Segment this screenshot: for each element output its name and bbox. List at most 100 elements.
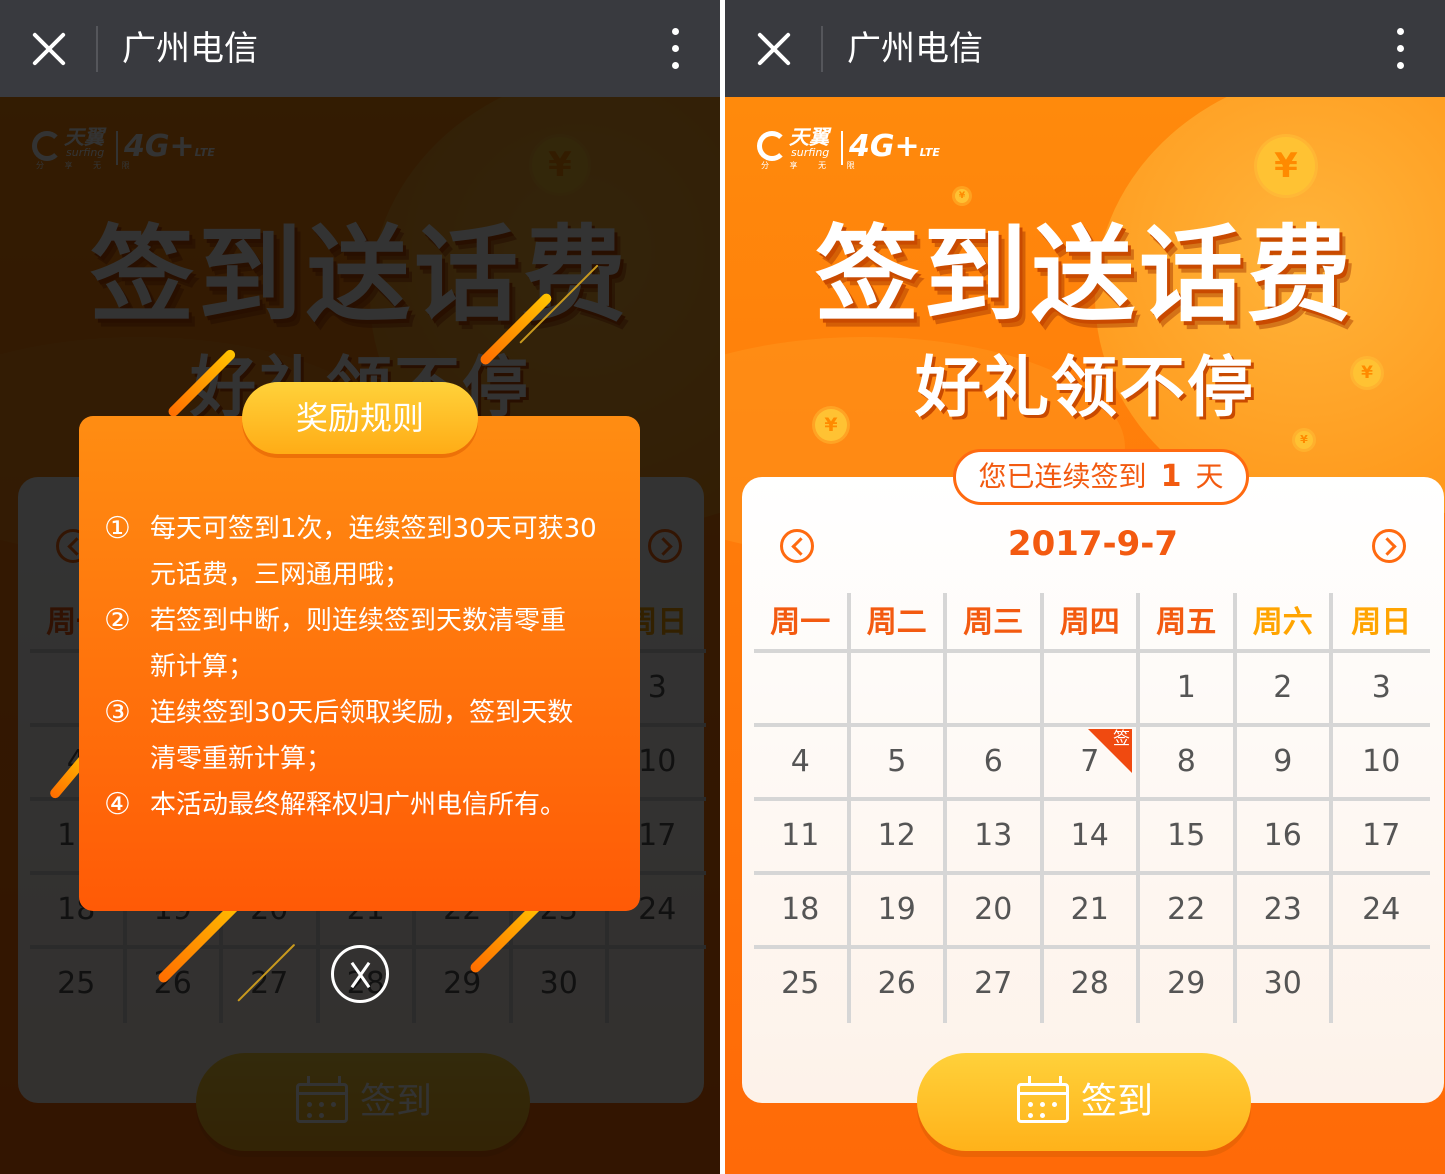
calendar-day[interactable]: 17: [1333, 801, 1430, 871]
calendar-day-number: 9: [1273, 744, 1293, 779]
rule-number: ④: [104, 787, 131, 822]
sign-in-button[interactable]: 签到: [917, 1053, 1251, 1151]
calendar-day-number: 16: [1263, 818, 1302, 853]
next-month-icon[interactable]: [1372, 529, 1406, 563]
weekday-label: 周二: [851, 593, 947, 649]
page-title: 广州电信: [847, 29, 983, 69]
more-icon[interactable]: [1397, 28, 1405, 70]
streak-badge: 您已连续签到 1 天: [953, 449, 1249, 505]
calendar-day-number: 26: [877, 966, 916, 1001]
rule-line: 元话费，三网通用哦；: [150, 560, 411, 590]
calendar-day[interactable]: 24: [1333, 875, 1430, 945]
calendar-day-number: 23: [1263, 892, 1302, 927]
calendar-day[interactable]: 22: [1140, 875, 1237, 945]
topbar-divider: [821, 26, 823, 72]
rule-number: ③: [104, 695, 131, 730]
weekday-label: 周一: [754, 593, 851, 649]
calendar-day-number: 27: [974, 966, 1013, 1001]
modal-title: 奖励规则: [242, 382, 478, 454]
weekday-label: 周三: [947, 593, 1044, 649]
rule-text: 连续签到30天后领取奖励，签到天数 清零重新计算；: [150, 690, 634, 782]
calendar-week-row: 1 2 3: [754, 653, 1430, 727]
rule-line: 新计算；: [150, 652, 255, 682]
rule-item: ② 若签到中断，则连续签到天数清零重 新计算；: [104, 598, 634, 690]
calendar-day-number: 5: [887, 744, 907, 779]
calendar-day[interactable]: 15: [1140, 801, 1237, 871]
calendar-day[interactable]: 9: [1237, 727, 1333, 797]
calendar-day[interactable]: 23: [1237, 875, 1333, 945]
calendar-day-number: 18: [781, 892, 820, 927]
page-background: 天翼 surfing 分 享 无 限 4G+LTE ¥ ¥ ¥ ¥ ¥ 签到送话…: [725, 97, 1445, 1174]
calendar-day[interactable]: 26: [851, 949, 947, 1023]
calendar-day[interactable]: 16: [1237, 801, 1333, 871]
calendar-day-number: 15: [1167, 818, 1206, 853]
current-date: 2017-9-7: [1007, 524, 1179, 564]
calendar-day[interactable]: 14: [1044, 801, 1140, 871]
calendar-day[interactable]: 28: [1044, 949, 1140, 1023]
calendar-week-row: 25 26 27 28 29 30: [754, 949, 1430, 1023]
calendar-day[interactable]: 30: [1237, 949, 1333, 1023]
top-bar: 广州电信: [725, 0, 1445, 97]
calendar-day[interactable]: 3: [1333, 653, 1430, 723]
calendar-day-number: 25: [781, 966, 820, 1001]
signed-tag-label: 签: [1113, 729, 1130, 749]
coin-icon: ¥: [1295, 431, 1313, 449]
calendar-day: [1044, 653, 1140, 723]
calendar-day: [1333, 949, 1430, 1023]
close-icon[interactable]: [755, 30, 793, 68]
right-screen: 广州电信 天翼 surfing 分 享 无 限 4G+LTE ¥ ¥ ¥ ¥ ¥…: [725, 0, 1445, 1174]
calendar-day[interactable]: 25: [754, 949, 851, 1023]
weekday-label: 周日: [1351, 605, 1412, 640]
page-title: 广州电信: [122, 29, 258, 69]
calendar-day: [754, 653, 851, 723]
calendar-icon: [1017, 1076, 1069, 1123]
calendar-day[interactable]: 12: [851, 801, 947, 871]
calendar-day[interactable]: 1: [1140, 653, 1237, 723]
calendar-day-number: 4: [790, 744, 810, 779]
weekday-label: 周五: [1140, 593, 1237, 649]
calendar-day[interactable]: 2: [1237, 653, 1333, 723]
calendar-header: 2017-9-7: [742, 519, 1444, 569]
calendar-day-number: 22: [1167, 892, 1206, 927]
calendar-day[interactable]: 8: [1140, 727, 1237, 797]
calendar-day-number: 10: [1362, 744, 1401, 779]
rule-line: 若签到中断，则连续签到天数清零重: [150, 606, 567, 636]
calendar-day-number: 12: [877, 818, 916, 853]
rule-line: 每天可签到1次，连续签到30天可获30: [150, 514, 597, 544]
close-icon[interactable]: [30, 30, 68, 68]
calendar-day[interactable]: 6: [947, 727, 1044, 797]
calendar-day-number: 1: [1176, 670, 1196, 705]
calendar-day[interactable]: 21: [1044, 875, 1140, 945]
rule-line: 清零重新计算；: [150, 744, 333, 774]
calendar-day-number: 17: [1362, 818, 1401, 853]
rule-line: 连续签到30天后领取奖励，签到天数: [150, 698, 574, 728]
calendar-week-row: 4 5 6 7签 8 9 10: [754, 727, 1430, 801]
calendar-day-number: 2: [1273, 670, 1293, 705]
calendar-day[interactable]: 4: [754, 727, 851, 797]
calendar-day[interactable]: 5: [851, 727, 947, 797]
rule-number: ①: [104, 511, 131, 546]
calendar-day[interactable]: 20: [947, 875, 1044, 945]
calendar-day[interactable]: 13: [947, 801, 1044, 871]
calendar-day[interactable]: 19: [851, 875, 947, 945]
calendar-week-row: 11 12 13 14 15 16 17: [754, 801, 1430, 875]
calendar-day[interactable]: 18: [754, 875, 851, 945]
left-screen: 广州电信 天翼 surfing 分 享 无 限 4G+LTE ¥ 签到送话费 好…: [0, 0, 720, 1174]
more-icon[interactable]: [672, 28, 680, 70]
weekday-label: 周四: [1044, 593, 1140, 649]
hero-subtitle: 好礼领不停: [915, 348, 1255, 426]
calendar-day-number: 20: [974, 892, 1013, 927]
calendar-day[interactable]: 10: [1333, 727, 1430, 797]
coin-icon: ¥: [1257, 137, 1315, 195]
calendar-day-number: 21: [1070, 892, 1109, 927]
calendar-day[interactable]: 11: [754, 801, 851, 871]
modal-close-icon[interactable]: [331, 945, 389, 1003]
calendar-day[interactable]: 7签: [1044, 727, 1140, 797]
rule-item: ③ 连续签到30天后领取奖励，签到天数 清零重新计算；: [104, 690, 634, 782]
calendar-day-number: 3: [1371, 670, 1391, 705]
calendar-day[interactable]: 29: [1140, 949, 1237, 1023]
calendar-day[interactable]: 27: [947, 949, 1044, 1023]
top-bar: 广州电信: [0, 0, 720, 97]
rule-number: ②: [104, 603, 131, 638]
calendar-card: 2017-9-7 周一 周二 周三 周四 周五 周六 周日 1 2 3 4 5 6 7 签 8 9 10 11 12 1…: [742, 477, 1444, 1103]
